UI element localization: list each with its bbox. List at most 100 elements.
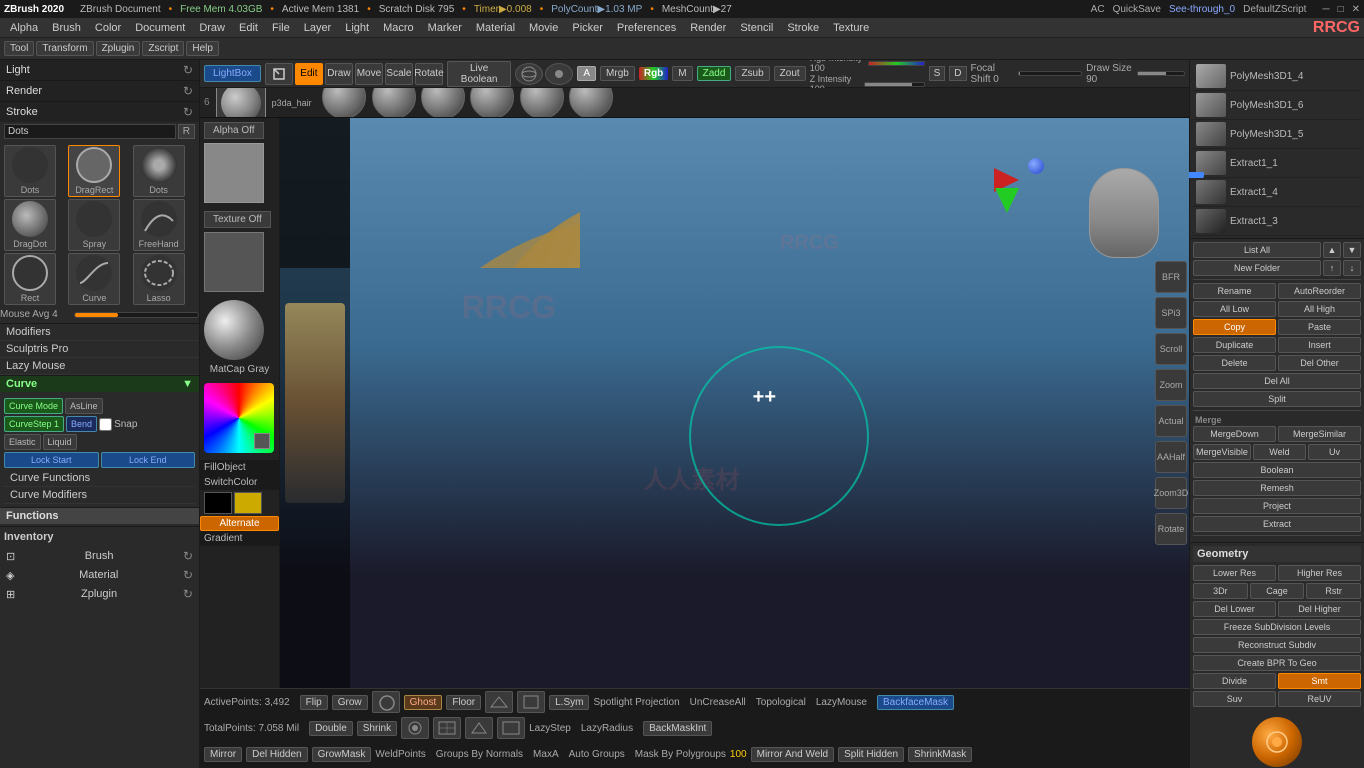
merge-visible-btn[interactable]: MergeVisible xyxy=(1193,444,1251,460)
cage-btn[interactable]: Cage xyxy=(1250,583,1305,599)
remesh-btn[interactable]: Remesh xyxy=(1193,480,1361,496)
grow-btn[interactable]: Grow xyxy=(332,695,368,710)
inventory-zplugin[interactable]: ⊞ Zplugin ↻ xyxy=(4,585,195,603)
sym-icon2[interactable] xyxy=(545,63,573,85)
inventory-material[interactable]: ◈ Material ↻ xyxy=(4,566,195,584)
folder-up-btn[interactable]: ↑ xyxy=(1323,260,1341,276)
grow-mask-btn[interactable]: GrowMask xyxy=(312,747,372,762)
paste-btn[interactable]: Paste xyxy=(1278,319,1361,335)
z-intensity-slider[interactable] xyxy=(864,82,925,87)
actual-btn[interactable]: Actual xyxy=(1155,405,1187,437)
mirror-weld-btn[interactable]: Mirror And Weld xyxy=(751,747,835,762)
fillobject-row[interactable]: FillObject xyxy=(200,460,279,475)
menu-render[interactable]: Render xyxy=(684,20,732,36)
hair4-item[interactable]: P3da_hair_4 xyxy=(470,88,515,118)
del-hidden-btn[interactable]: Del Hidden xyxy=(246,747,307,762)
reconstruct-subdiv-btn[interactable]: Reconstruct Subdiv xyxy=(1193,637,1361,653)
menu-movie[interactable]: Movie xyxy=(523,20,564,36)
menu-texture[interactable]: Texture xyxy=(827,20,875,36)
delete-btn[interactable]: Delete xyxy=(1193,355,1276,371)
menu-edit[interactable]: Edit xyxy=(233,20,264,36)
brush-item-lasso[interactable]: Lasso xyxy=(133,253,185,305)
list-zoom-btn[interactable]: Zoom xyxy=(1155,369,1187,401)
brush-item-freehand[interactable]: FreeHand xyxy=(133,199,185,251)
mesh-extract1-3[interactable]: Extract1_3 xyxy=(1192,207,1362,236)
scale-icon-btn[interactable]: Scale xyxy=(385,63,413,85)
list-down-btn[interactable]: ▼ xyxy=(1343,242,1361,258)
zplugin-refresh-icon[interactable]: ↻ xyxy=(183,587,193,601)
menu-alpha[interactable]: Alpha xyxy=(4,20,44,36)
select-icon-btn[interactable] xyxy=(265,63,293,85)
zout-btn[interactable]: Zout xyxy=(774,66,806,81)
menu-brush[interactable]: Brush xyxy=(46,20,87,36)
stroke-section-header[interactable]: Stroke ↻ xyxy=(0,102,199,122)
menu-macro[interactable]: Macro xyxy=(377,20,420,36)
mesh-polymesh1-6[interactable]: PolyMesh3D1_6 xyxy=(1192,91,1362,120)
hair3-item[interactable]: P3da_hair_3 xyxy=(420,88,465,118)
mesh-polymesh1-5[interactable]: PolyMesh3D1_5 xyxy=(1192,120,1362,149)
persp-icon[interactable] xyxy=(485,691,513,713)
large-brush-preview[interactable] xyxy=(216,88,266,118)
light-refresh-icon[interactable]: ↻ xyxy=(183,63,193,77)
menu-stroke[interactable]: Stroke xyxy=(781,20,825,36)
close-btn[interactable]: ✕ xyxy=(1352,4,1360,15)
list-up-btn[interactable]: ▲ xyxy=(1323,242,1341,258)
menu-layer[interactable]: Layer xyxy=(298,20,338,36)
help-btn[interactable]: Help xyxy=(186,41,219,56)
frame2-icon[interactable] xyxy=(497,717,525,739)
boolean-btn[interactable]: Boolean xyxy=(1193,462,1361,478)
rotate-icon-btn[interactable]: Rotate xyxy=(415,63,443,85)
matcap-sphere[interactable] xyxy=(204,300,264,360)
auto-reorder-btn[interactable]: AutoReorder xyxy=(1278,283,1361,299)
project-btn[interactable]: Project xyxy=(1193,498,1361,514)
menu-document[interactable]: Document xyxy=(129,20,191,36)
material-refresh-icon[interactable]: ↻ xyxy=(183,568,193,582)
spi3-btn[interactable]: SPi3 xyxy=(1155,297,1187,329)
merge-similar-btn[interactable]: MergeSimilar xyxy=(1278,426,1361,442)
mesh-extract1-4[interactable]: Extract1_4 xyxy=(1192,178,1362,207)
edit-icon-btn[interactable]: Edit xyxy=(295,63,323,85)
zplugin-btn[interactable]: Zplugin xyxy=(96,41,141,56)
head-model[interactable] xyxy=(1089,168,1159,258)
lock-start-btn[interactable]: Lock Start xyxy=(4,452,99,468)
solo-icon[interactable] xyxy=(401,717,429,739)
inventory-brush[interactable]: ⊡ Brush ↻ xyxy=(4,547,195,565)
elastic-btn[interactable]: Elastic xyxy=(4,434,41,450)
draw-icon-btn[interactable]: Draw xyxy=(325,63,353,85)
mouse-avg-slider[interactable] xyxy=(74,312,199,318)
bfr-btn[interactable]: BFR xyxy=(1155,261,1187,293)
persp2-icon[interactable] xyxy=(465,717,493,739)
brush-item-spray[interactable]: Spray xyxy=(68,199,120,251)
hair2-item[interactable]: P3da_hair_2 xyxy=(371,88,416,118)
all-high-btn[interactable]: All High xyxy=(1278,301,1361,317)
bend-btn[interactable]: Bend xyxy=(66,416,97,432)
move-icon-btn[interactable]: Move xyxy=(355,63,383,85)
flip-btn[interactable]: Flip xyxy=(300,695,328,710)
back-mask-int-btn[interactable]: BackMaskInt xyxy=(643,721,712,736)
alternate-btn[interactable]: Alternate xyxy=(200,516,279,531)
stroke-refresh-icon[interactable]: ↻ xyxy=(183,105,193,119)
weld-btn[interactable]: Weld xyxy=(1253,444,1306,460)
copy-btn[interactable]: Copy xyxy=(1193,319,1276,335)
uv-btn[interactable]: Uv xyxy=(1308,444,1361,460)
hair5-item[interactable]: P3da_hair_5 xyxy=(519,88,564,118)
smt-btn[interactable]: Smt xyxy=(1278,673,1361,689)
insert-btn[interactable]: Insert xyxy=(1278,337,1361,353)
curve-mode-btn[interactable]: Curve Mode xyxy=(4,398,63,414)
polyf-icon[interactable] xyxy=(433,717,461,739)
del-lower-btn[interactable]: Del Lower xyxy=(1193,601,1276,617)
list-all-btn[interactable]: List All xyxy=(1193,242,1321,258)
mrgb-btn[interactable]: Mrgb xyxy=(600,66,635,81)
aahalf-btn[interactable]: AAHalf xyxy=(1155,441,1187,473)
split-btn[interactable]: Split xyxy=(1193,391,1361,407)
menu-light[interactable]: Light xyxy=(339,20,375,36)
rotate3d-btn[interactable]: Rotate xyxy=(1155,513,1187,545)
s-btn[interactable]: S xyxy=(929,66,946,81)
mesh-polymesh1-4[interactable]: PolyMesh3D1_4 xyxy=(1192,62,1362,91)
modifiers-item[interactable]: Modifiers xyxy=(0,324,199,341)
rgb-btn[interactable]: Rgb xyxy=(639,67,668,80)
zsub-btn[interactable]: Zsub xyxy=(735,66,769,81)
curve-header[interactable]: Curve ▼ xyxy=(0,376,199,392)
functions-header[interactable]: Functions xyxy=(0,508,199,524)
zoom3d-btn[interactable]: Zoom3D xyxy=(1155,477,1187,509)
